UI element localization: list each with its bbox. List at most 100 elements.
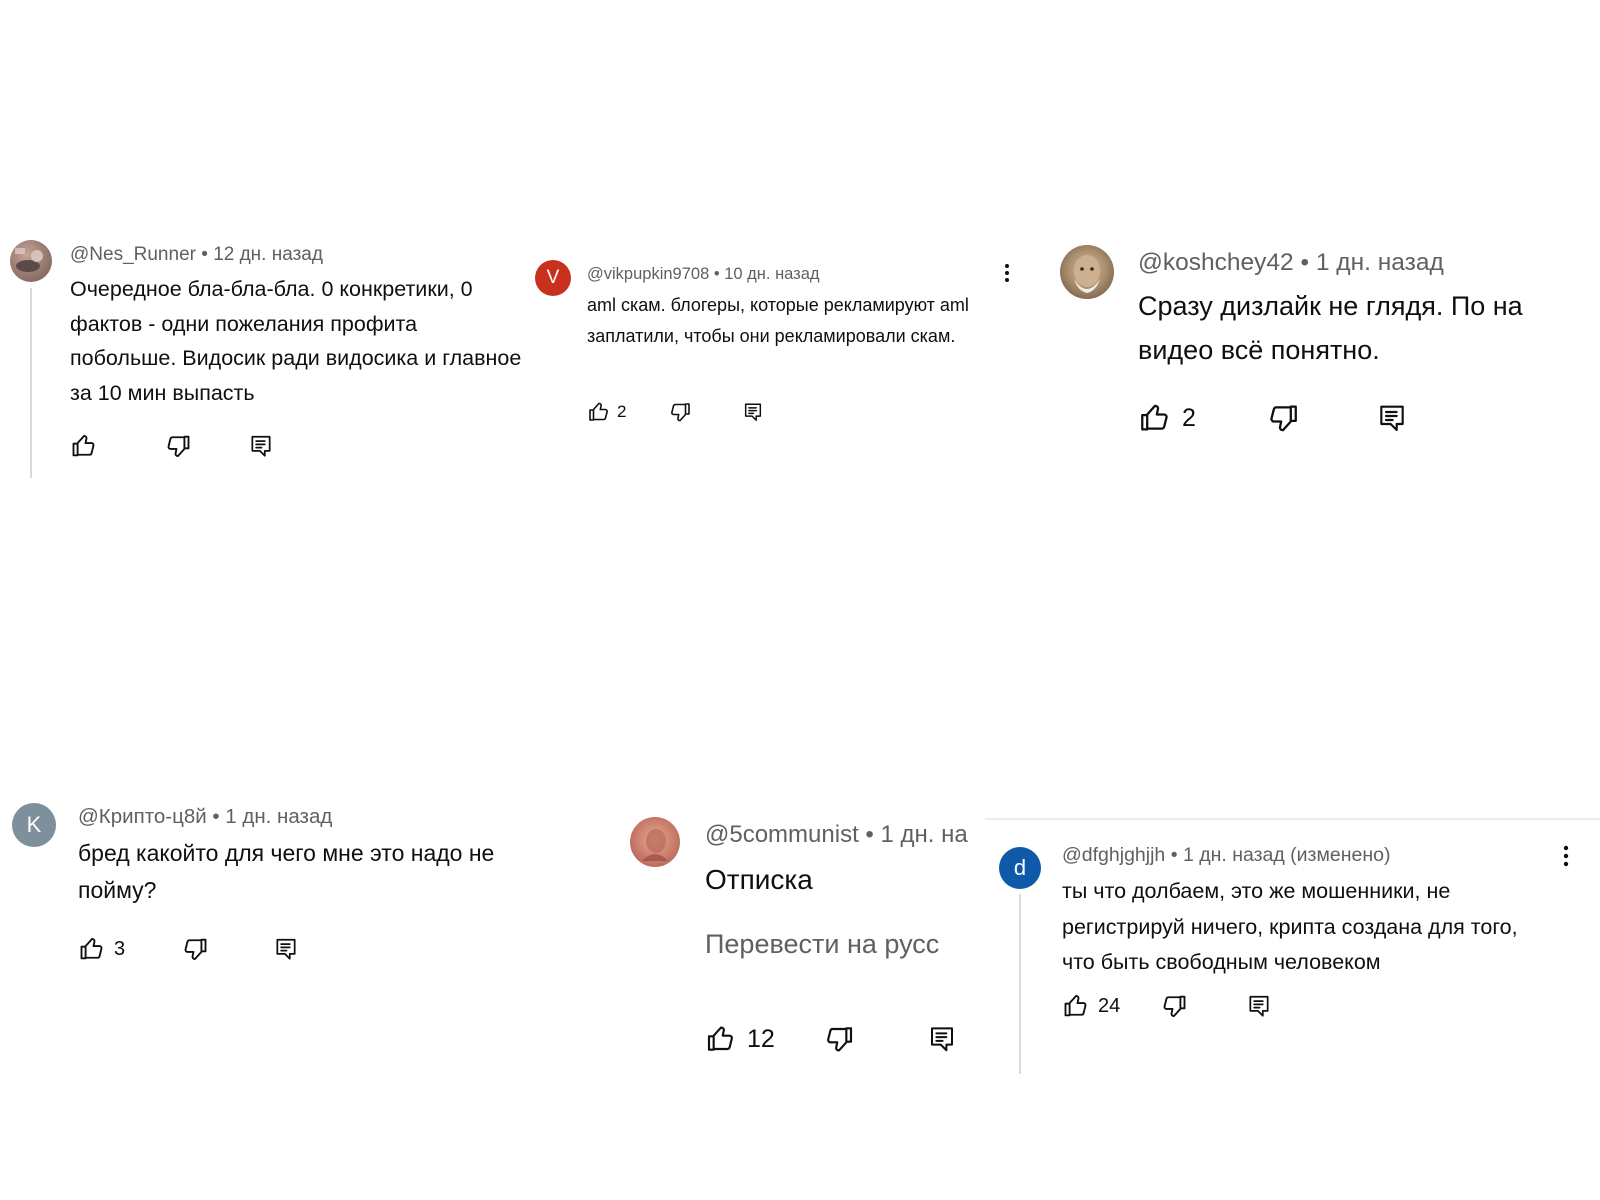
reply-icon — [1246, 993, 1272, 1019]
like-count: 24 — [1098, 994, 1121, 1017]
timestamp[interactable]: 1 дн. назад (изменено) — [1183, 844, 1391, 866]
comment-text: Очередное бла-бла-бла. 0 конкретики, 0 ф… — [70, 277, 522, 405]
like-count: 2 — [617, 402, 627, 421]
comment-card: V @vikpupkin9708 • 10 дн. назад aml скам… — [525, 250, 1045, 450]
reply-button[interactable] — [248, 433, 274, 459]
comment-actions: 2 — [587, 400, 764, 424]
reply-icon — [248, 433, 274, 459]
separator: • — [865, 821, 874, 848]
reply-icon — [742, 401, 764, 423]
comment-actions: 3 — [78, 935, 299, 963]
dislike-button[interactable] — [668, 400, 692, 424]
separator: • — [713, 265, 720, 283]
like-count: 2 — [1182, 403, 1196, 432]
dislike-icon — [164, 432, 192, 460]
reply-button[interactable] — [742, 401, 764, 423]
separator: • — [212, 805, 220, 828]
comment-text: Отписка — [705, 864, 813, 895]
like-count: 12 — [747, 1024, 775, 1053]
dislike-button[interactable] — [164, 432, 192, 460]
more-vert-icon — [1563, 845, 1569, 867]
author-name[interactable]: @Крипто-ц8й — [78, 805, 207, 828]
reply-button[interactable] — [927, 1024, 957, 1054]
timestamp[interactable]: 1 дн. на — [881, 821, 968, 848]
like-count: 3 — [114, 937, 126, 960]
comment-meta: @koshchey42 • 1 дн. назад — [1138, 249, 1444, 277]
comment-text: бред какойто для чего мне это надо не по… — [78, 840, 495, 903]
like-icon — [78, 935, 106, 963]
comment-meta: @Nes_Runner • 12 дн. назад — [70, 244, 323, 266]
reply-icon — [1376, 402, 1408, 434]
comment-actions: 12 — [705, 1023, 957, 1055]
reply-icon — [927, 1024, 957, 1054]
comment-card: d @dfghjghjjh • 1 дн. назад (изменено) т… — [985, 822, 1600, 1087]
avatar-photo-icon — [1074, 255, 1100, 293]
reply-button[interactable] — [1376, 402, 1408, 434]
comment-meta: @5communist • 1 дн. на — [705, 821, 968, 849]
like-icon — [1062, 992, 1090, 1020]
like-button[interactable]: 2 — [587, 400, 626, 424]
comment-meta: @dfghjghjjh • 1 дн. назад (изменено) — [1062, 844, 1390, 867]
author-name[interactable]: @5communist — [705, 821, 859, 848]
separator: • — [1300, 249, 1310, 276]
like-button[interactable]: 12 — [705, 1023, 775, 1055]
thread-line — [30, 288, 32, 478]
avatar-letter: V — [546, 267, 560, 288]
author-name[interactable]: @Nes_Runner — [70, 244, 196, 265]
more-options-button[interactable] — [1562, 844, 1570, 873]
dislike-icon — [668, 400, 692, 424]
like-button[interactable] — [70, 432, 104, 460]
avatar[interactable] — [630, 817, 680, 867]
author-name[interactable]: @dfghjghjjh — [1062, 844, 1165, 866]
comment-card: K @Крипто-ц8й • 1 дн. назад бред какойто… — [0, 795, 600, 995]
like-icon — [705, 1023, 737, 1055]
like-button[interactable]: 2 — [1138, 401, 1196, 435]
comment-card: @Nes_Runner • 12 дн. назад Очередное бла… — [0, 230, 535, 490]
like-icon — [70, 432, 98, 460]
author-name[interactable]: @koshchey42 — [1138, 249, 1294, 276]
separator: • — [201, 244, 208, 265]
comment-actions: 2 — [1138, 401, 1408, 435]
translate-link[interactable]: Перевести на русс — [705, 929, 939, 960]
avatar-photo-icon — [15, 248, 43, 272]
avatar[interactable] — [1060, 245, 1114, 299]
timestamp[interactable]: 1 дн. назад — [1316, 249, 1444, 276]
thread-line — [1019, 894, 1021, 1074]
like-button[interactable]: 3 — [78, 935, 125, 963]
like-icon — [1138, 401, 1172, 435]
dislike-button[interactable] — [1266, 401, 1300, 435]
dislike-icon — [1160, 992, 1188, 1020]
timestamp[interactable]: 12 дн. назад — [213, 244, 323, 265]
dislike-button[interactable] — [1160, 992, 1188, 1020]
reply-icon — [273, 936, 299, 962]
comment-text: ты что долбаем, это же мошенники, не рег… — [1062, 879, 1518, 974]
timestamp[interactable]: 1 дн. назад — [225, 805, 332, 828]
reply-button[interactable] — [273, 936, 299, 962]
dislike-icon — [181, 935, 209, 963]
like-button[interactable]: 24 — [1062, 992, 1120, 1020]
reply-button[interactable] — [1246, 993, 1272, 1019]
avatar-photo-icon — [642, 829, 668, 861]
divider — [985, 818, 1600, 820]
separator: • — [1170, 844, 1178, 866]
avatar[interactable]: d — [999, 847, 1041, 889]
comment-text: Сразу дизлайк не глядя. По на видео всё … — [1138, 291, 1523, 365]
avatar-letter: K — [26, 812, 42, 837]
dislike-button[interactable] — [181, 935, 209, 963]
more-options-button[interactable] — [1003, 262, 1011, 289]
comment-actions — [70, 432, 274, 460]
author-name[interactable]: @vikpupkin9708 — [587, 265, 709, 283]
dislike-icon — [1266, 401, 1300, 435]
comment-actions: 24 — [1062, 992, 1272, 1020]
timestamp[interactable]: 10 дн. назад — [724, 265, 819, 283]
comment-text: aml скам. блогеры, которые рекламируют a… — [587, 295, 969, 346]
avatar[interactable]: K — [12, 803, 56, 847]
more-vert-icon — [1005, 264, 1009, 282]
comment-card: @koshchey42 • 1 дн. назад Сразу дизлайк … — [1050, 235, 1600, 460]
dislike-button[interactable] — [823, 1023, 855, 1055]
like-icon — [587, 400, 611, 424]
dislike-icon — [823, 1023, 855, 1055]
avatar[interactable]: V — [535, 260, 571, 296]
comment-card: @5communist • 1 дн. на Отписка Перевести… — [620, 805, 985, 1080]
avatar[interactable] — [10, 240, 52, 282]
